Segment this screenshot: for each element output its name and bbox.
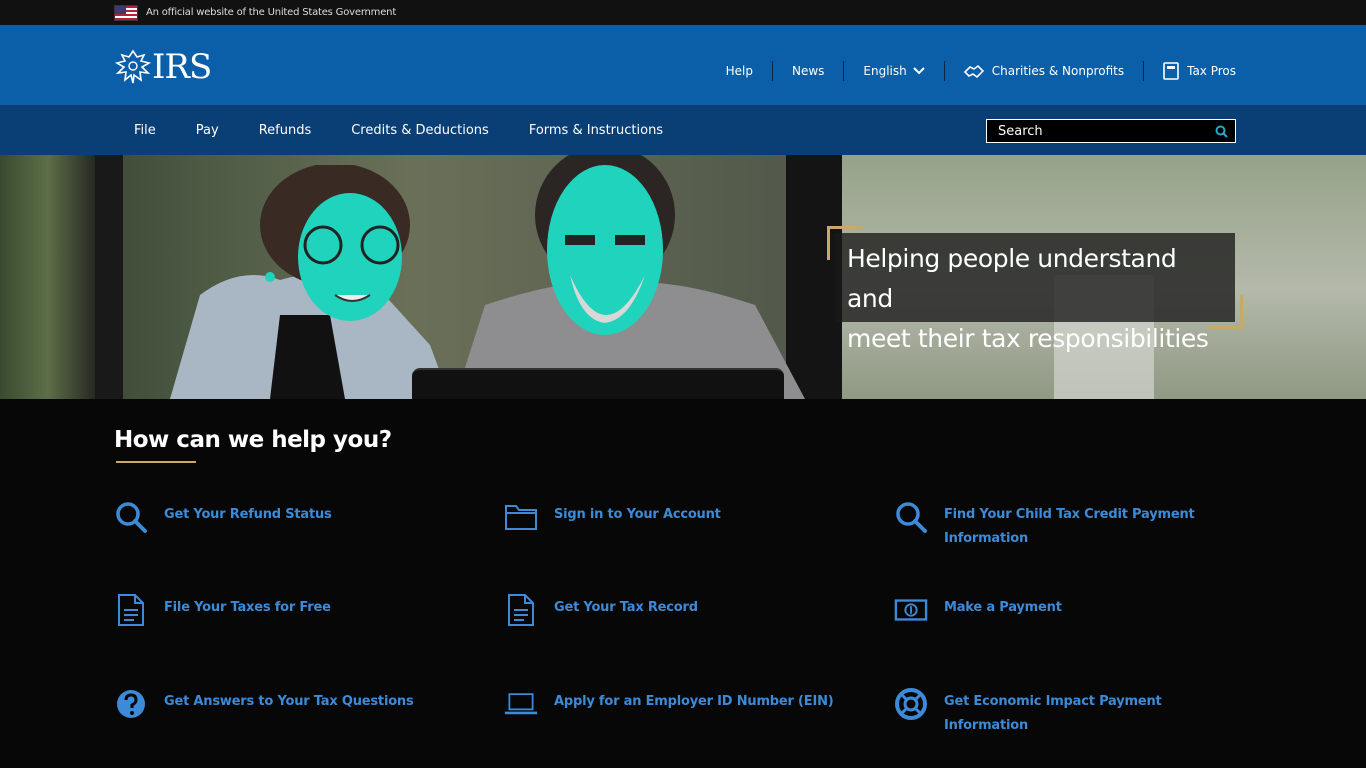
tile-label: Sign in to Your Account xyxy=(554,507,721,522)
hero-laptop xyxy=(412,368,784,399)
tile-sign-in[interactable]: Sign in to Your Account xyxy=(504,500,721,534)
hero-person-man xyxy=(455,155,805,399)
nav-forms-instructions[interactable]: Forms & Instructions xyxy=(509,123,683,138)
site-header: IRS Help News English Charities & Nonpro… xyxy=(0,25,1366,105)
help-section: How can we help you? Get Your Refund Sta… xyxy=(0,399,1366,768)
chevron-down-icon xyxy=(913,67,925,75)
tile-make-payment[interactable]: Make a Payment xyxy=(894,593,1062,627)
tile-tax-questions[interactable]: Get Answers to Your Tax Questions xyxy=(114,687,414,721)
charities-link[interactable]: Charities & Nonprofits xyxy=(945,63,1143,79)
language-select[interactable]: English xyxy=(844,64,943,78)
help-link[interactable]: Help xyxy=(707,64,772,78)
tile-label: Apply for an Employer ID Number (EIN) xyxy=(554,694,834,709)
money-icon xyxy=(894,593,928,627)
charities-label: Charities & Nonprofits xyxy=(991,64,1125,78)
tile-economic-impact-payment[interactable]: Get Economic Impact Payment Information xyxy=(894,687,1184,738)
tile-label: Get Your Refund Status xyxy=(164,507,332,522)
lifebuoy-icon xyxy=(894,687,928,721)
document-icon xyxy=(114,593,148,627)
utility-nav: Help News English Charities & Nonprofits… xyxy=(707,61,1236,81)
gov-banner-text: An official website of the United States… xyxy=(146,7,397,18)
tile-label: Get Economic Impact Payment Information xyxy=(944,694,1162,733)
eagle-icon xyxy=(114,49,152,84)
tagline-bracket xyxy=(1208,295,1243,329)
language-label: English xyxy=(863,64,907,78)
search-input[interactable] xyxy=(987,123,1207,139)
news-link[interactable]: News xyxy=(773,64,843,78)
gov-banner: An official website of the United States… xyxy=(0,0,1366,25)
nav-credits-deductions[interactable]: Credits & Deductions xyxy=(331,123,509,138)
question-icon xyxy=(114,687,148,721)
tagline-line-1: Helping people understand and xyxy=(847,244,1177,313)
search-icon xyxy=(1215,125,1228,138)
search-button[interactable] xyxy=(1207,120,1235,142)
search-box xyxy=(986,119,1236,143)
logo-text: IRS xyxy=(152,47,212,87)
tax-pros-label: Tax Pros xyxy=(1187,64,1236,78)
tile-label: Get Your Tax Record xyxy=(554,600,698,615)
nav-refunds[interactable]: Refunds xyxy=(239,123,332,138)
tile-label: Get Answers to Your Tax Questions xyxy=(164,694,414,709)
tile-label: File Your Taxes for Free xyxy=(164,600,331,615)
hero-banner: Helping people understand and meet their… xyxy=(0,155,1366,399)
tax-pros-link[interactable]: Tax Pros xyxy=(1144,62,1236,80)
title-underline xyxy=(116,461,196,463)
calculator-icon xyxy=(1163,62,1179,80)
tile-tax-record[interactable]: Get Your Tax Record xyxy=(504,593,698,627)
hero-background xyxy=(95,155,123,399)
tile-file-free[interactable]: File Your Taxes for Free xyxy=(114,593,331,627)
tile-refund-status[interactable]: Get Your Refund Status xyxy=(114,500,332,534)
help-section-title: How can we help you? xyxy=(114,427,392,453)
search-icon xyxy=(114,500,148,534)
document-icon xyxy=(504,593,538,627)
laptop-icon xyxy=(504,687,538,721)
irs-logo[interactable]: IRS xyxy=(114,47,212,87)
tagline-line-2: meet their tax responsibilities xyxy=(847,324,1209,353)
us-flag-icon xyxy=(114,4,138,21)
tagline-box: Helping people understand and meet their… xyxy=(835,233,1235,353)
folder-icon xyxy=(504,500,538,534)
tile-ein[interactable]: Apply for an Employer ID Number (EIN) xyxy=(504,687,834,721)
search-icon xyxy=(894,500,928,534)
tile-child-tax-credit[interactable]: Find Your Child Tax Credit Payment Infor… xyxy=(894,500,1214,551)
tile-label: Find Your Child Tax Credit Payment Infor… xyxy=(944,507,1195,546)
main-nav: File Pay Refunds Credits & Deductions Fo… xyxy=(0,105,1366,155)
nav-pay[interactable]: Pay xyxy=(176,123,239,138)
tile-label: Make a Payment xyxy=(944,600,1062,615)
handshake-icon xyxy=(963,64,984,79)
nav-file[interactable]: File xyxy=(114,123,176,138)
hero-person-woman xyxy=(170,165,450,399)
